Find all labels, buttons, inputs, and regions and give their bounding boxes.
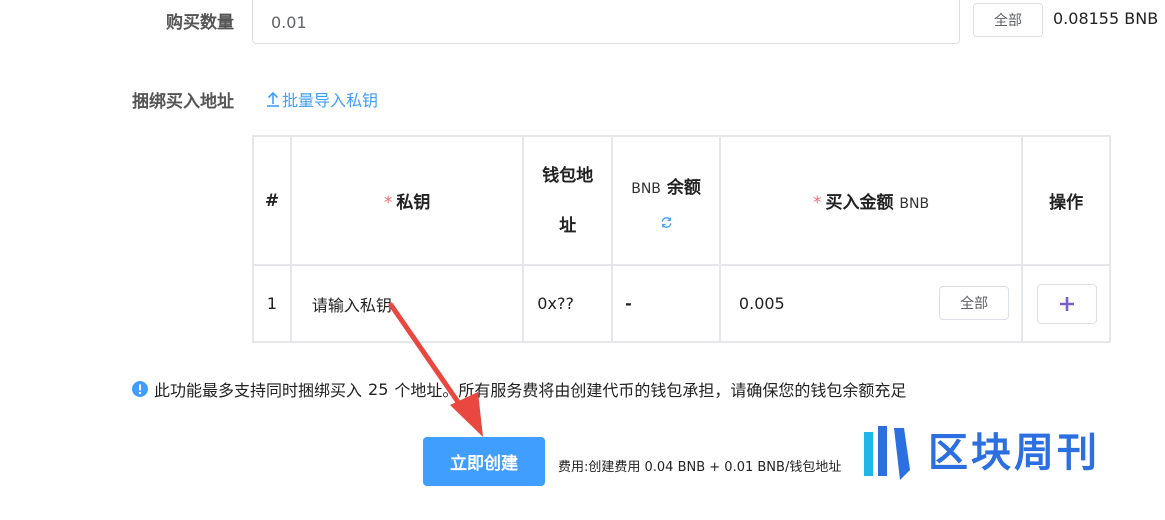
plus-icon	[1060, 297, 1075, 311]
private-key-table: # * 私钥 钱包地址 BNB 余额 * 买入金额 BNB 操作 1 请输入私钥…	[252, 135, 1111, 343]
import-keys-link[interactable]: 批量导入私钥	[266, 87, 378, 111]
quantity-balance: 0.08155 BNB	[1053, 9, 1159, 28]
col-balance: BNB 余额	[611, 135, 721, 266]
required-mark: *	[812, 193, 822, 213]
upload-icon	[267, 91, 279, 107]
col-private-key: * 私钥	[289, 135, 525, 266]
refresh-icon[interactable]	[660, 216, 673, 229]
buy-amount-cell[interactable]: 0.005 全部	[718, 264, 1024, 343]
amount-all-button[interactable]: 全部	[939, 286, 1010, 320]
notice-count: 25	[368, 379, 389, 399]
table-row: 1 请输入私钥 0x?? - 0.005 全部	[252, 264, 1111, 343]
private-key-input[interactable]: 请输入私钥	[289, 264, 525, 343]
add-row-button[interactable]	[1037, 284, 1098, 324]
notice-text-before: 此功能最多支持同时捆绑买入	[154, 381, 363, 400]
actions-cell	[1021, 264, 1111, 343]
wallet-balance: -	[611, 264, 721, 343]
required-mark: *	[383, 193, 393, 213]
col-index: #	[252, 135, 292, 266]
table-header-row: # * 私钥 钱包地址 BNB 余额 * 买入金额 BNB 操作	[252, 135, 1111, 266]
info-icon	[132, 381, 148, 397]
import-keys-label: 批量导入私钥	[282, 91, 379, 110]
watermark-logo-icon	[864, 426, 910, 480]
col-actions: 操作	[1021, 135, 1111, 266]
fee-text: 费用:创建费用 0.04 BNB + 0.01 BNB/钱包地址	[558, 460, 842, 475]
row-index: 1	[252, 264, 292, 343]
col-wallet-address: 钱包地址	[522, 135, 614, 266]
quantity-all-button[interactable]: 全部	[973, 3, 1043, 37]
quantity-label: 购买数量	[166, 13, 234, 33]
quantity-input[interactable]: 0.01	[252, 0, 960, 44]
notice: 此功能最多支持同时捆绑买入 25 个地址。所有服务费将由创建代币的钱包承担，请确…	[132, 377, 906, 401]
notice-text-after: 个地址。所有服务费将由创建代币的钱包承担，请确保您的钱包余额充足	[394, 381, 907, 400]
watermark-text: 区块周刊	[928, 430, 1100, 476]
create-button[interactable]: 立即创建	[423, 437, 545, 486]
wallet-address: 0x??	[522, 264, 614, 343]
bind-label: 捆绑买入地址	[132, 92, 234, 112]
col-buy-amount: * 买入金额 BNB	[718, 135, 1024, 266]
quantity-value: 0.01	[271, 12, 307, 32]
watermark: 区块周刊	[858, 418, 1148, 504]
buy-amount-value: 0.005	[738, 294, 785, 313]
